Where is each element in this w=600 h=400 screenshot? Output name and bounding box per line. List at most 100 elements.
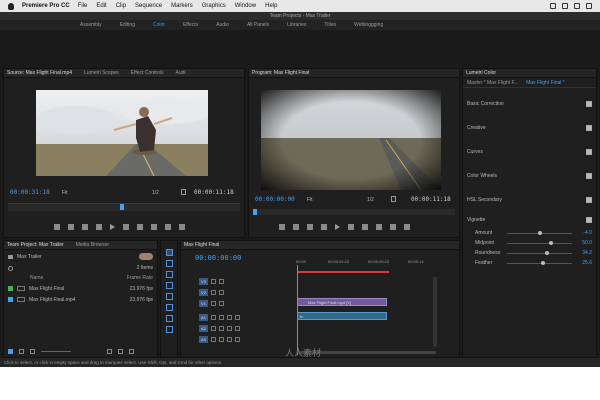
slider-amount[interactable]: Amount -4.0 — [463, 228, 596, 238]
workspace-effects[interactable]: Effects — [183, 22, 198, 28]
curves-checkbox[interactable] — [586, 149, 592, 155]
tab-media-browser[interactable]: Media Browser — [76, 242, 109, 248]
color-wheels-checkbox[interactable] — [586, 173, 592, 179]
slider-knob[interactable] — [540, 260, 545, 265]
lumetri-master[interactable]: Master * Max Flight F... — [467, 80, 518, 86]
track-a1[interactable]: A1 — [199, 313, 240, 321]
icon-view-icon[interactable] — [30, 349, 35, 354]
mic-icon[interactable] — [235, 325, 240, 331]
timeline-timecode[interactable]: 00:00:00:00 — [195, 254, 241, 262]
creative-cloud-icon[interactable] — [550, 3, 556, 9]
menu-file[interactable]: File — [78, 3, 88, 9]
creative-checkbox[interactable] — [586, 125, 592, 131]
workspace-audio[interactable]: Audio — [216, 22, 229, 28]
lock-icon[interactable] — [8, 349, 13, 354]
program-video-frame[interactable] — [261, 90, 441, 190]
label-color-swatch[interactable] — [8, 286, 13, 291]
sync-lock-icon[interactable] — [211, 325, 216, 331]
step-forward-icon[interactable] — [123, 224, 129, 230]
program-wrench-icon[interactable] — [391, 196, 396, 202]
track-a2[interactable]: A2 — [199, 324, 240, 332]
solo-icon[interactable] — [227, 336, 232, 342]
slip-tool-icon[interactable] — [165, 293, 173, 300]
mark-in-icon[interactable] — [54, 224, 60, 230]
solo-icon[interactable] — [227, 314, 232, 320]
play-icon[interactable] — [110, 224, 115, 230]
track-label[interactable]: A3 — [199, 335, 208, 343]
menu-edit[interactable]: Edit — [96, 3, 106, 9]
insert-icon[interactable] — [151, 224, 157, 230]
solo-icon[interactable] — [227, 325, 232, 331]
slider-track[interactable] — [507, 260, 572, 265]
workspace-libraries[interactable]: Libraries — [287, 22, 306, 28]
track-select-tool-icon[interactable] — [165, 260, 173, 267]
workspace-all-panels[interactable]: All Panels — [247, 22, 269, 28]
program-mark-in-icon[interactable] — [279, 224, 285, 230]
program-zoom[interactable]: Fit — [307, 197, 313, 203]
zoom-slider[interactable] — [41, 351, 71, 352]
workspace-color[interactable]: Color — [153, 22, 165, 28]
project-item[interactable]: Max Flight Final 23.976 fps — [4, 283, 157, 294]
mute-icon[interactable] — [219, 314, 224, 320]
tab-effect-controls[interactable]: Effect Controls — [131, 70, 164, 76]
menu-markers[interactable]: Markers — [171, 3, 193, 9]
source-scrubber[interactable] — [8, 203, 240, 211]
workspace-titles[interactable]: Titles — [324, 22, 336, 28]
source-timecode-in[interactable]: 00:00:31:18 — [10, 189, 50, 196]
label-color-swatch[interactable] — [8, 297, 13, 302]
step-back-icon[interactable] — [96, 224, 102, 230]
track-v2[interactable]: V2 — [199, 288, 224, 296]
slider-roundness[interactable]: Roundness 34.2 — [463, 248, 596, 258]
hsl-secondary-checkbox[interactable] — [586, 197, 592, 203]
section-color-wheels[interactable]: Color Wheels — [463, 164, 596, 188]
mic-icon[interactable] — [235, 336, 240, 342]
sync-lock-icon[interactable] — [211, 300, 216, 306]
track-label[interactable]: V2 — [199, 288, 208, 296]
selection-tool-icon[interactable] — [165, 249, 173, 256]
header-name[interactable]: Name — [30, 275, 43, 281]
app-menu[interactable]: Premiere Pro CC — [22, 3, 70, 9]
mute-icon[interactable] — [219, 325, 224, 331]
eye-icon[interactable] — [219, 300, 224, 306]
user-avatars[interactable] — [139, 253, 153, 260]
track-a3[interactable]: A3 — [199, 335, 240, 343]
timeline-ruler[interactable]: 00:00 00:00:04:23 00:00:09:23 00:00:14 — [296, 259, 426, 269]
vignette-checkbox[interactable] — [586, 217, 592, 223]
slider-knob[interactable] — [538, 230, 543, 235]
program-mark-out-icon[interactable] — [293, 224, 299, 230]
razor-tool-icon[interactable] — [165, 282, 173, 289]
track-label[interactable]: A1 — [199, 313, 208, 321]
tab-lumetri-color[interactable]: Lumetri Color — [466, 70, 496, 76]
sync-lock-icon[interactable] — [211, 289, 216, 295]
tab-team-project[interactable]: Team Project: Max Trailer — [7, 242, 64, 248]
source-video-frame[interactable] — [36, 90, 208, 176]
section-hsl-secondary[interactable]: HSL Secondary — [463, 188, 596, 212]
slider-value[interactable]: 50.0 — [578, 240, 592, 246]
workspace-assembly[interactable]: Assembly — [80, 22, 102, 28]
mark-out-icon[interactable] — [68, 224, 74, 230]
go-to-out-icon[interactable] — [137, 224, 143, 230]
slider-midpoint[interactable]: Midpoint 50.0 — [463, 238, 596, 248]
tab-program[interactable]: Program: Max Flight Final — [252, 70, 309, 76]
program-playhead[interactable] — [253, 209, 257, 215]
program-go-to-in-icon[interactable] — [307, 224, 313, 230]
pen-tool-icon[interactable] — [165, 304, 173, 311]
tab-audio[interactable]: Audi — [175, 70, 185, 76]
trash-icon[interactable] — [129, 349, 134, 354]
tab-source[interactable]: Source: Max Flight Final.mp4 — [7, 70, 72, 76]
slider-knob[interactable] — [544, 250, 549, 255]
wrench-icon[interactable] — [181, 189, 186, 195]
project-search-icon[interactable] — [8, 265, 13, 271]
source-playhead[interactable] — [120, 204, 124, 210]
menu-clip[interactable]: Clip — [116, 3, 126, 9]
timeline-playhead[interactable] — [297, 265, 298, 355]
program-step-back-icon[interactable] — [321, 224, 327, 230]
header-frame-rate[interactable]: Frame Rate — [127, 275, 153, 281]
tab-lumetri-scopes[interactable]: Lumetri Scopes — [84, 70, 119, 76]
section-creative[interactable]: Creative — [463, 116, 596, 140]
sync-lock-icon[interactable] — [211, 278, 216, 284]
workspace-weblogging[interactable]: Webloggging — [354, 22, 383, 28]
lift-icon[interactable] — [376, 224, 382, 230]
workspace-editing[interactable]: Editing — [120, 22, 135, 28]
search-icon[interactable] — [574, 3, 580, 9]
